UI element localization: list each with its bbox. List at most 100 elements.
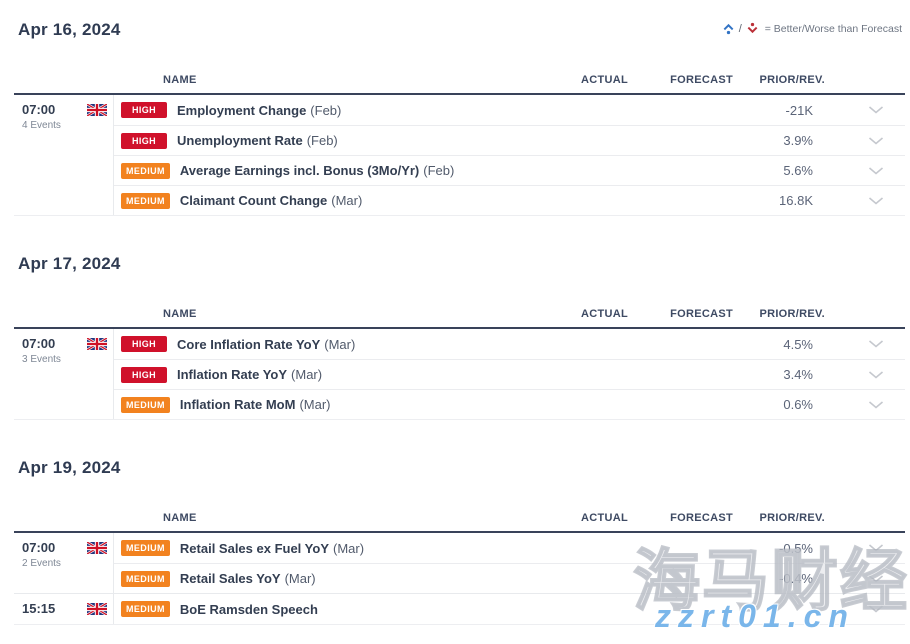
event-row[interactable]: HIGH Inflation Rate YoY (Mar) 3.4% [114,359,905,389]
day-section-apr19: Apr 19, 2024 NAME ACTUAL FORECAST PRIOR/… [14,420,905,625]
importance-badge: MEDIUM [121,163,170,179]
importance-badge: MEDIUM [121,540,170,556]
event-name[interactable]: Employment Change [177,103,306,118]
event-row[interactable]: MEDIUM Claimant Count Change (Mar) 16.8K [114,185,905,215]
event-period: (Mar) [333,541,364,556]
importance-badge: MEDIUM [121,397,170,413]
event-period: (Mar) [291,367,322,382]
importance-badge: MEDIUM [121,601,170,617]
prior-value: -21K [733,103,833,118]
table-header-row: NAME ACTUAL FORECAST PRIOR/REV. [14,509,905,533]
prior-value: 3.4% [733,367,833,382]
event-name[interactable]: Unemployment Rate [177,133,303,148]
event-time: 07:00 [22,103,61,117]
expand-chevron-icon[interactable] [833,340,905,348]
events-list: HIGH Employment Change (Feb) -21K [114,95,905,215]
events-table: NAME ACTUAL FORECAST PRIOR/REV. 07:00 2 … [14,509,905,625]
importance-badge: HIGH [121,102,167,118]
table-header-row: NAME ACTUAL FORECAST PRIOR/REV. [14,71,905,95]
event-row[interactable]: MEDIUM Retail Sales YoY (Mar) -0.4% [114,563,905,593]
event-row[interactable]: MEDIUM Average Earnings incl. Bonus (3Mo… [114,155,905,185]
expand-chevron-icon[interactable] [833,544,905,552]
expand-chevron-icon[interactable] [833,167,905,175]
events-count: 3 Events [22,354,61,365]
time-group: 07:00 3 Events HIGH [14,329,905,419]
importance-badge: MEDIUM [121,193,170,209]
expand-chevron-icon[interactable] [833,605,905,613]
chevron-down-dot-icon [746,22,759,35]
importance-badge: HIGH [121,367,167,383]
expand-chevron-icon[interactable] [833,137,905,145]
event-time: 15:15 [22,602,55,616]
prior-value: 5.6% [733,163,833,178]
events-list: MEDIUM BoE Ramsden Speech [114,594,905,624]
expand-chevron-icon[interactable] [833,106,905,114]
importance-badge: HIGH [121,133,167,149]
time-group: 07:00 4 Events HIGH [14,95,905,215]
importance-badge: MEDIUM [121,571,170,587]
column-header-name: NAME [114,512,523,524]
uk-flag-icon [87,603,107,615]
event-name[interactable]: Average Earnings incl. Bonus (3Mo/Yr) [180,163,419,178]
event-name[interactable]: Core Inflation Rate YoY [177,337,320,352]
prior-value: 4.5% [733,337,833,352]
day-section-apr17: Apr 17, 2024 NAME ACTUAL FORECAST PRIOR/… [14,216,905,420]
time-cell: 15:15 [14,594,114,624]
event-period: (Mar) [324,337,355,352]
event-name[interactable]: Retail Sales YoY [180,571,281,586]
expand-chevron-icon[interactable] [833,371,905,379]
legend-separator: / [739,23,742,35]
column-header-forecast: FORECAST [628,308,733,320]
column-header-prior: PRIOR/REV. [733,74,833,86]
legend-text: = Better/Worse than Forecast [765,23,902,35]
expand-chevron-icon[interactable] [833,197,905,205]
legend: / = Better/Worse than Forecast [722,22,902,35]
event-row[interactable]: MEDIUM BoE Ramsden Speech [114,594,905,624]
date-heading: Apr 19, 2024 [18,420,905,478]
event-row[interactable]: MEDIUM Inflation Rate MoM (Mar) 0.6% [114,389,905,419]
column-header-name: NAME [114,308,523,320]
column-header-actual: ACTUAL [523,512,628,524]
event-row[interactable]: MEDIUM Retail Sales ex Fuel YoY (Mar) -0… [114,533,905,563]
column-header-prior: PRIOR/REV. [733,308,833,320]
prior-value: 16.8K [733,193,833,208]
event-period: (Feb) [307,133,338,148]
time-cell: 07:00 2 Events [14,533,114,593]
events-count: 2 Events [22,558,61,569]
event-row[interactable]: HIGH Employment Change (Feb) -21K [114,95,905,125]
expand-chevron-icon[interactable] [833,575,905,583]
time-group: 15:15 MEDIUM BoE R [14,593,905,624]
date-heading: Apr 17, 2024 [18,216,905,274]
prior-value: -0.5% [733,541,833,556]
column-header-prior: PRIOR/REV. [733,512,833,524]
events-count: 4 Events [22,120,61,131]
table-header-row: NAME ACTUAL FORECAST PRIOR/REV. [14,305,905,329]
event-name[interactable]: BoE Ramsden Speech [180,602,318,617]
event-name[interactable]: Claimant Count Change [180,193,327,208]
column-header-actual: ACTUAL [523,308,628,320]
events-list: HIGH Core Inflation Rate YoY (Mar) 4.5% [114,329,905,419]
uk-flag-icon [87,338,107,350]
event-row[interactable]: HIGH Core Inflation Rate YoY (Mar) 4.5% [114,329,905,359]
event-time: 07:00 [22,337,61,351]
event-name[interactable]: Inflation Rate MoM [180,397,296,412]
time-cell: 07:00 4 Events [14,95,114,215]
column-header-name: NAME [114,74,523,86]
prior-value: 3.9% [733,133,833,148]
events-table: NAME ACTUAL FORECAST PRIOR/REV. 07:00 4 … [14,71,905,216]
chevron-up-dot-icon [722,22,735,35]
prior-value: 0.6% [733,397,833,412]
event-time: 07:00 [22,541,61,555]
event-period: (Mar) [285,571,316,586]
column-header-forecast: FORECAST [628,74,733,86]
event-name[interactable]: Inflation Rate YoY [177,367,287,382]
events-list: MEDIUM Retail Sales ex Fuel YoY (Mar) -0… [114,533,905,593]
column-header-forecast: FORECAST [628,512,733,524]
event-period: (Mar) [299,397,330,412]
time-cell: 07:00 3 Events [14,329,114,419]
time-group: 07:00 2 Events MEDIUM [14,533,905,593]
expand-chevron-icon[interactable] [833,401,905,409]
prior-value: -0.4% [733,571,833,586]
event-name[interactable]: Retail Sales ex Fuel YoY [180,541,329,556]
event-row[interactable]: HIGH Unemployment Rate (Feb) 3.9% [114,125,905,155]
